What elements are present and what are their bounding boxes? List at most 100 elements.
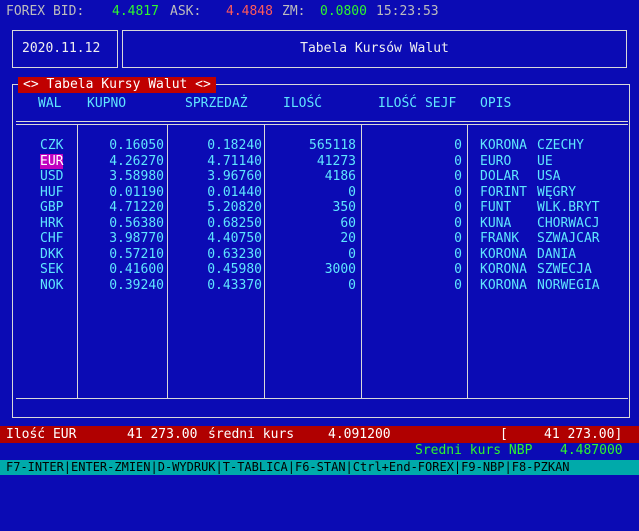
table-row[interactable]: SEK 0.41600 0.45980 3000 0 KORONA SZWECJA <box>0 262 639 277</box>
cell-sprzedaz: 5.20820 <box>207 200 262 215</box>
cell-ilosc: 20 <box>340 231 356 246</box>
status-currency-label: Ilość EUR <box>6 427 77 442</box>
cell-sejf: 0 <box>454 277 462 293</box>
cell-sprzedaz: 0.01440 <box>207 184 262 200</box>
status-bracket: [ <box>500 427 508 442</box>
col-header-wal: WAL <box>38 96 62 111</box>
status-avg-value: 4.091200 <box>328 427 391 442</box>
cell-sprzedaz: 4.71140 <box>207 153 262 169</box>
cell-kupno: 0.41600 <box>109 262 164 277</box>
cell-sprzedaz: 3.96760 <box>207 169 262 184</box>
header-divider-top <box>16 121 628 122</box>
cell-sejf: 0 <box>454 184 462 200</box>
cell-opis2: USA <box>537 169 561 184</box>
cell-ilosc: 41273 <box>316 153 356 169</box>
cell-kupno: 4.71220 <box>109 200 164 215</box>
title-box: Tabela Kursów Walut <box>122 30 627 68</box>
cell-opis1: KUNA <box>480 215 512 231</box>
cell-ilosc: 4186 <box>324 169 356 184</box>
cell-ilosc: 0 <box>348 184 356 200</box>
cell-sejf: 0 <box>454 262 462 277</box>
cell-wal: CHF <box>40 231 64 246</box>
col-header-sprzedaz: SPRZEDAŻ <box>185 96 248 111</box>
cell-sprzedaz: 0.45980 <box>207 262 262 277</box>
cell-opis2: CHORWACJ <box>537 215 600 231</box>
cell-ilosc: 350 <box>332 200 356 215</box>
nbp-value: 4.487000 <box>560 443 623 458</box>
col-header-opis: OPIS <box>480 96 512 111</box>
cell-wal: USD <box>40 169 64 184</box>
cell-kupno: 3.58980 <box>109 169 164 184</box>
table-row[interactable]: HRK 0.56380 0.68250 60 0 KUNA CHORWACJ <box>0 216 639 231</box>
cell-wal: HRK <box>40 215 64 231</box>
cell-opis2: DANIA <box>537 246 577 262</box>
cell-opis1: FRANK <box>480 231 520 246</box>
cell-sprzedaz: 0.63230 <box>207 246 262 262</box>
cell-opis1: KORONA <box>480 246 527 262</box>
forex-top-bar: FOREX BID: 4.4817 ASK: 4.4848 ZM: 0.0800… <box>0 0 639 25</box>
date-box: 2020.11.12 <box>12 30 118 68</box>
cell-kupno: 0.39240 <box>109 277 164 293</box>
cell-ilosc: 60 <box>340 215 356 231</box>
col-header-kupno: KUPNO <box>87 96 127 111</box>
cell-wal: NOK <box>40 277 64 293</box>
table-row[interactable]: DKK 0.57210 0.63230 0 0 KORONA DANIA <box>0 247 639 262</box>
cell-kupno: 4.26270 <box>109 153 164 169</box>
status-avg-label: średni kurs <box>208 427 295 442</box>
table-row[interactable]: EUR 4.26270 4.71140 41273 0 EURO UE <box>0 153 639 169</box>
table-bottom-line <box>16 398 628 399</box>
cell-sprzedaz: 0.68250 <box>207 215 262 231</box>
cell-sprzedaz: 0.43370 <box>207 277 262 293</box>
cell-opis2: UE <box>537 153 553 169</box>
status-amount: 41 273.00 <box>127 427 198 442</box>
cell-wal: HUF <box>40 184 64 200</box>
cell-opis2: CZECHY <box>537 138 584 153</box>
col-header-ilosc: ILOŚĆ <box>283 96 323 111</box>
cell-kupno: 0.56380 <box>109 215 164 231</box>
cell-sejf: 0 <box>454 200 462 215</box>
cell-sejf: 0 <box>454 138 462 153</box>
table-row[interactable]: NOK 0.39240 0.43370 0 0 KORONA NORWEGIA <box>0 278 639 293</box>
cell-opis2: WĘGRY <box>537 184 577 200</box>
cell-opis1: DOLAR <box>480 169 520 184</box>
clock-time: 15:23:53 <box>376 4 439 19</box>
zm-label: ZM: <box>282 4 306 19</box>
function-keys-bar[interactable]: F7-INTER|ENTER-ZMIEN|D-WYDRUK|T-TABLICA|… <box>0 460 639 475</box>
cell-sprzedaz: 0.18240 <box>207 138 262 153</box>
cell-wal: CZK <box>40 138 64 153</box>
cell-wal: GBP <box>40 200 64 215</box>
table-row[interactable]: GBP 4.71220 5.20820 350 0 FUNT WLK.BRYT <box>0 200 639 215</box>
header-divider-bottom <box>16 124 628 125</box>
status-bar: Ilość EUR 41 273.00 średni kurs 4.091200… <box>0 426 639 443</box>
cell-opis2: WLK.BRYT <box>537 200 600 215</box>
cell-ilosc: 565118 <box>309 138 356 153</box>
cell-ilosc: 3000 <box>324 262 356 277</box>
cell-kupno: 0.01190 <box>109 184 164 200</box>
cell-kupno: 0.16050 <box>109 138 164 153</box>
cell-sejf: 0 <box>454 153 462 169</box>
panel-title: <> Tabela Kursy Walut <> <box>18 77 216 93</box>
cell-opis2: NORWEGIA <box>537 277 600 293</box>
table-row[interactable]: CHF 3.98770 4.40750 20 0 FRANK SZWAJCAR <box>0 231 639 246</box>
bid-value: 4.4817 <box>112 4 159 19</box>
cell-sejf: 0 <box>454 231 462 246</box>
page-title: Tabela Kursów Walut <box>300 41 449 56</box>
table-row[interactable]: CZK 0.16050 0.18240 565118 0 KORONA CZECHY <box>0 138 639 153</box>
cell-wal: SEK <box>40 262 64 277</box>
cell-ilosc: 0 <box>348 277 356 293</box>
cell-sejf: 0 <box>454 215 462 231</box>
cell-opis1: KORONA <box>480 277 527 293</box>
bid-label: FOREX BID: <box>6 4 85 19</box>
cell-sejf: 0 <box>454 246 462 262</box>
cell-opis1: FORINT <box>480 184 527 200</box>
cell-opis1: EURO <box>480 153 512 169</box>
cell-wal: DKK <box>40 246 64 262</box>
ask-value: 4.4848 <box>226 4 273 19</box>
cell-opis1: KORONA <box>480 262 527 277</box>
ask-label: ASK: <box>170 4 202 19</box>
zm-value: 0.0800 <box>320 4 367 19</box>
table-row[interactable]: HUF 0.01190 0.01440 0 0 FORINT WĘGRY <box>0 185 639 200</box>
cell-kupno: 3.98770 <box>109 231 164 246</box>
col-header-ilosc-sejf: ILOŚĆ SEJF <box>378 96 457 111</box>
table-row[interactable]: USD 3.58980 3.96760 4186 0 DOLAR USA <box>0 169 639 184</box>
